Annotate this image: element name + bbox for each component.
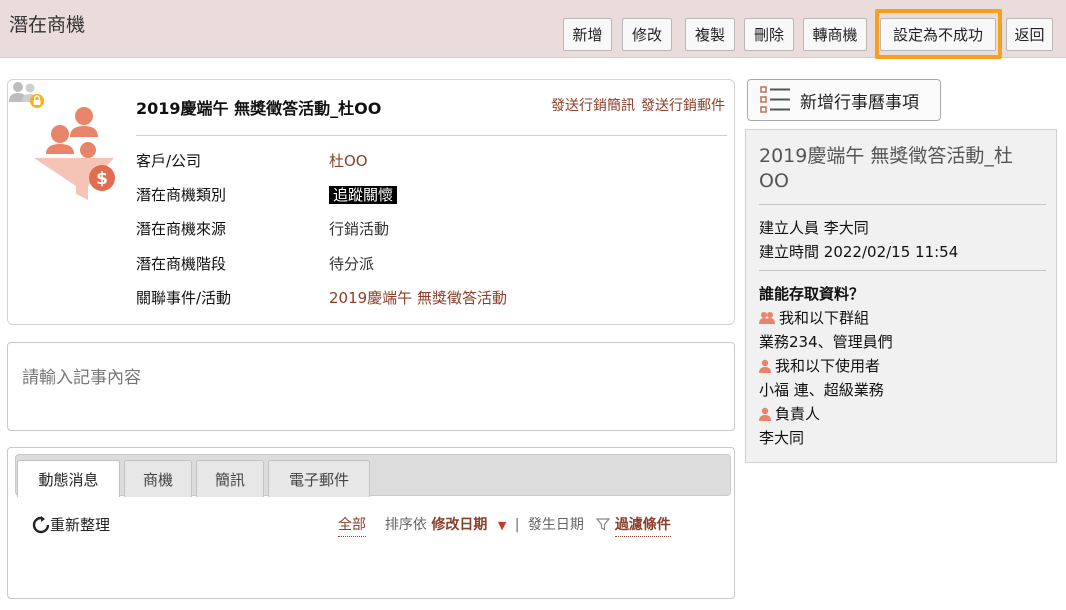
record-details-panel: 2019慶端午 無獎徵答活動_杜OO 建立人員 李大同 建立時間 2022/02… <box>745 129 1057 463</box>
filter-all[interactable]: 全部 <box>338 517 366 537</box>
field-source: 潛在商機來源 行銷活動 <box>136 218 727 238</box>
created-time-label: 建立時間 <box>759 243 820 261</box>
users-label-row: 我和以下使用者 <box>759 355 880 376</box>
new-button[interactable]: 新增 <box>563 18 612 51</box>
user-icon <box>759 359 771 373</box>
creator-row: 建立人員 李大同 <box>759 217 869 238</box>
groups-value: 業務234、管理員們 <box>759 333 893 351</box>
created-time-value: 2022/02/15 11:54 <box>823 243 959 261</box>
field-stage: 潛在商機階段 待分派 <box>136 253 727 273</box>
owner-value: 李大同 <box>759 429 805 447</box>
field-customer: 客戶/公司 杜OO <box>136 150 727 170</box>
details-divider <box>759 204 1046 205</box>
creator-value: 李大同 <box>823 219 869 237</box>
users-value: 小福 連、超級業務 <box>759 381 884 399</box>
field-label: 客戶/公司 <box>136 152 202 170</box>
created-time-row: 建立時間 2022/02/15 11:54 <box>759 241 958 262</box>
lead-info-card: $ 2019慶端午 無獎徵答活動_杜OO 發送行銷簡訊 發送行銷郵件 客戶/公司 … <box>7 79 735 325</box>
activity-panel: 動態消息 商機 簡訊 電子郵件 重新整理 全部 排序依 修改日期 ▼ | 發生日… <box>7 447 735 599</box>
filter-separator: | <box>514 517 520 533</box>
related-event-link[interactable]: 2019慶端午 無獎徵答活動 <box>329 287 507 308</box>
sort-by-label: 排序依 <box>384 517 427 533</box>
filter-funnel-icon <box>596 518 611 531</box>
note-box <box>7 342 735 431</box>
owner-label-row: 負責人 <box>759 403 820 424</box>
users-label: 我和以下使用者 <box>775 357 881 375</box>
refresh-icon <box>32 515 50 533</box>
copy-button[interactable]: 複製 <box>685 18 735 51</box>
field-category: 潛在商機類別 追蹤關懷 <box>136 184 727 204</box>
send-marketing-email-link[interactable]: 發送行銷郵件 <box>641 98 725 114</box>
sort-caret-icon[interactable]: ▼ <box>498 519 506 532</box>
list-icon <box>760 86 790 113</box>
field-related-event: 關聯事件/活動 2019慶端午 無獎徵答活動 <box>136 287 727 307</box>
lead-funnel-icon: $ <box>34 107 115 200</box>
send-marketing-sms-link[interactable]: 發送行銷簡訊 <box>551 98 635 114</box>
lead-actions: 發送行銷簡訊 發送行銷郵件 <box>545 95 725 115</box>
set-failed-highlight <box>875 9 1002 59</box>
lead-title: 2019慶端午 無獎徵答活動_杜OO <box>136 99 382 118</box>
tab-email[interactable]: 電子郵件 <box>268 460 370 497</box>
field-label: 關聯事件/活動 <box>136 289 232 307</box>
add-calendar-event-button[interactable]: 新增行事曆事項 <box>747 79 941 121</box>
refresh-button[interactable]: 重新整理 <box>32 514 110 535</box>
category-badge: 追蹤關懷 <box>329 186 398 204</box>
owner-icon <box>759 407 771 421</box>
delete-button[interactable]: 刪除 <box>744 18 794 51</box>
title-divider <box>136 135 727 136</box>
creator-label: 建立人員 <box>759 219 820 237</box>
source-value: 行銷活動 <box>329 220 390 238</box>
stage-value: 待分派 <box>329 255 375 273</box>
field-label: 潛在商機類別 <box>136 186 227 204</box>
access-heading: 誰能存取資料？ <box>759 285 865 303</box>
back-button[interactable]: 返回 <box>1006 18 1053 51</box>
field-label: 潛在商機來源 <box>136 220 227 238</box>
record-title: 2019慶端午 無獎徵答活動_杜OO <box>759 145 1013 192</box>
groups-label: 我和以下群組 <box>779 309 870 327</box>
sort-modified-date[interactable]: 修改日期 <box>431 517 487 533</box>
access-divider <box>759 270 1046 271</box>
category-value: 追蹤關懷 <box>329 184 398 205</box>
convert-to-opportunity-button[interactable]: 轉商機 <box>803 18 867 51</box>
tab-opportunities[interactable]: 商機 <box>124 460 192 497</box>
add-calendar-event-label: 新增行事曆事項 <box>800 92 919 113</box>
customer-link[interactable]: 杜OO <box>329 150 368 171</box>
refresh-label: 重新整理 <box>50 516 111 534</box>
field-label: 潛在商機階段 <box>136 255 227 273</box>
activity-tabbar: 動態消息 商機 簡訊 電子郵件 <box>15 454 731 497</box>
owner-label: 負責人 <box>775 405 821 423</box>
groups-label-row: 我和以下群組 <box>759 307 869 328</box>
filter-conditions-link[interactable]: 過濾條件 <box>614 517 671 537</box>
group-icon <box>759 312 775 324</box>
activity-filters: 全部 排序依 修改日期 ▼ | 發生日期 過濾條件 <box>338 514 671 538</box>
note-input[interactable] <box>8 343 734 430</box>
tab-news-feed[interactable]: 動態消息 <box>17 460 120 497</box>
tab-sms[interactable]: 簡訊 <box>196 460 264 497</box>
sort-occurred-date[interactable]: 發生日期 <box>528 517 584 533</box>
svg-text:$: $ <box>96 169 108 189</box>
edit-button[interactable]: 修改 <box>622 18 672 51</box>
